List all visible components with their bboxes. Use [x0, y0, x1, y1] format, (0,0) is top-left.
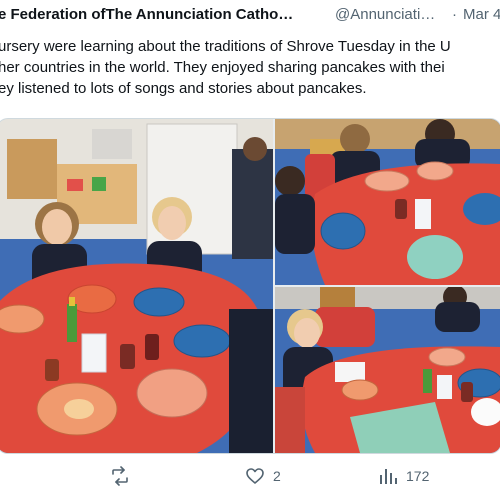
retweet-icon — [110, 466, 130, 486]
tweet-text-line: ursery were learning about the tradition… — [0, 38, 451, 55]
tweet-action-bar: 2 172 — [0, 452, 500, 500]
tweet-date[interactable]: Mar 4 — [463, 0, 500, 30]
tweet-text: ursery were learning about the tradition… — [0, 36, 500, 99]
tweet-text-line: ey listened to lots of songs and stories… — [0, 80, 367, 97]
author-handle[interactable]: @Annunciati… — [335, 0, 435, 30]
like-button[interactable]: 2 — [245, 466, 281, 486]
tweet-header: e Federation ofThe Annunciation Catho… @… — [0, 0, 500, 30]
author-name[interactable]: e Federation ofThe Annunciation Catho… — [0, 0, 293, 30]
views-icon — [378, 466, 398, 486]
views-count: 172 — [406, 468, 430, 484]
tweet-media-grid — [0, 118, 500, 454]
photo-children-at-table-top-right[interactable] — [275, 119, 500, 285]
heart-icon — [245, 466, 265, 486]
tweet-text-line: her countries in the world. They enjoyed… — [0, 59, 445, 76]
views-button[interactable]: 172 — [378, 466, 429, 486]
separator-dot: · — [452, 6, 457, 23]
like-count: 2 — [273, 468, 281, 484]
photo-children-at-table-left[interactable] — [0, 119, 273, 453]
retweet-button[interactable] — [110, 466, 138, 486]
photo-children-at-table-bottom-right[interactable] — [275, 287, 500, 453]
